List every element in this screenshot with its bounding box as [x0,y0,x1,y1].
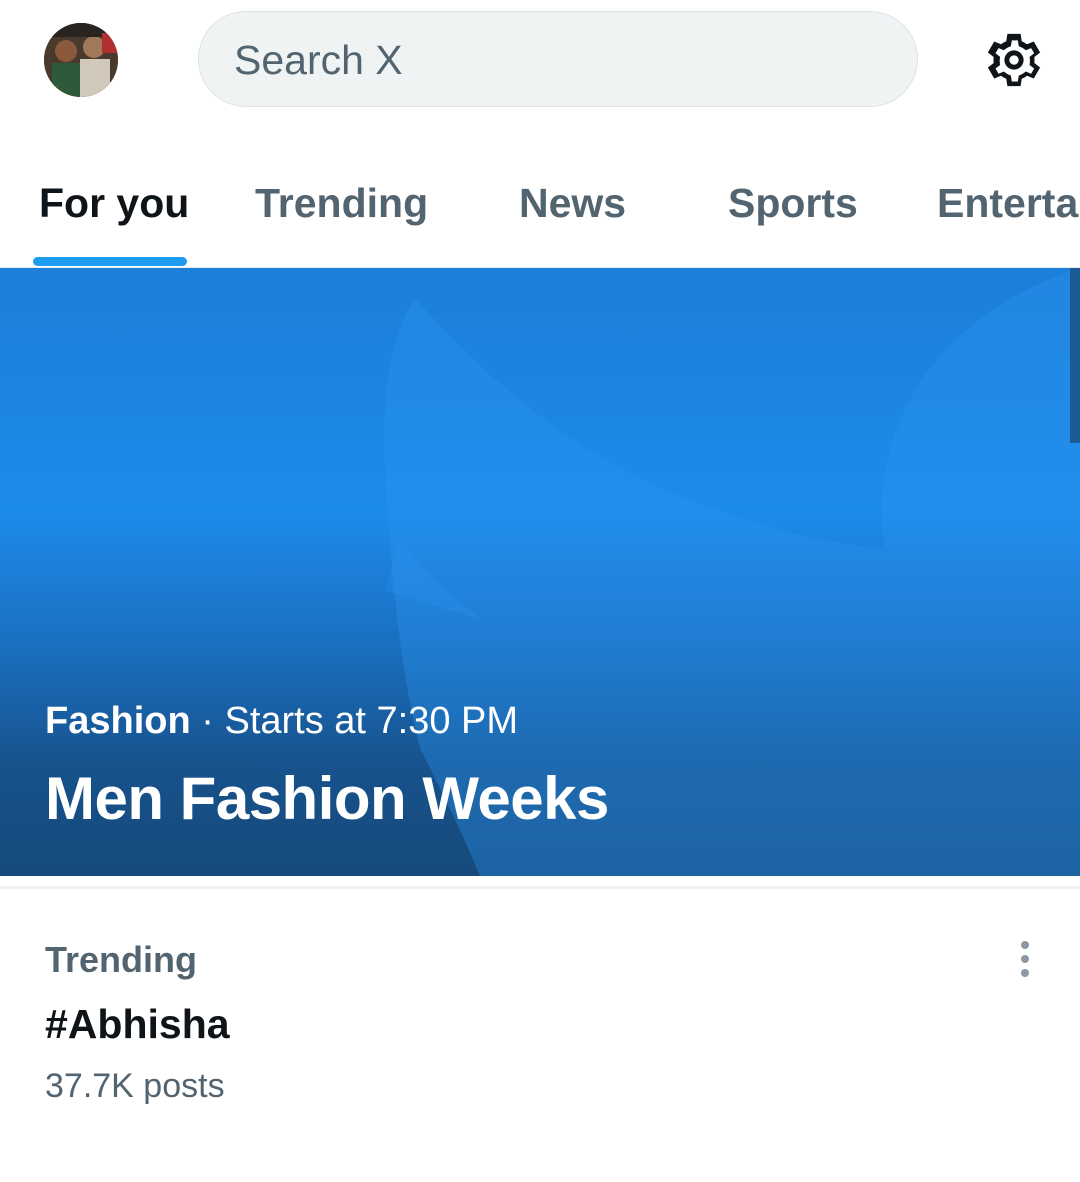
event-title: Men Fashion Weeks [45,765,609,832]
search-input[interactable] [232,12,876,108]
trend-context: Trending [45,939,197,980]
tab-sports[interactable]: Sports [728,180,858,227]
event-time: Starts at 7:30 PM [224,700,519,742]
tab-trending[interactable]: Trending [255,180,428,227]
user-avatar[interactable] [44,23,118,97]
trend-name: #Abhisha [45,1001,230,1047]
scrollbar[interactable] [1070,268,1080,443]
tab-news[interactable]: News [519,180,626,227]
trend-item[interactable]: Trending #Abhisha 37.7K posts [0,889,1080,1149]
tab-entertainment[interactable]: Enterta [937,180,1078,227]
avatar-image [44,23,118,97]
featured-event-card[interactable]: Fashion · Starts at 7:30 PM Men Fashion … [0,268,1080,876]
explore-tabs: For you Trending News Sports Enterta [0,120,1080,268]
gear-icon[interactable] [981,27,1047,93]
tab-for-you[interactable]: For you [39,180,189,227]
event-category: Fashion [45,700,191,742]
more-vertical-icon[interactable] [1005,939,1045,979]
active-tab-indicator [33,257,187,266]
search-bar[interactable] [198,11,918,108]
meta-separator: · [201,700,214,742]
trend-post-count: 37.7K posts [45,1067,225,1105]
top-bar [0,0,1080,120]
event-meta: Fashion · Starts at 7:30 PM [45,700,518,743]
